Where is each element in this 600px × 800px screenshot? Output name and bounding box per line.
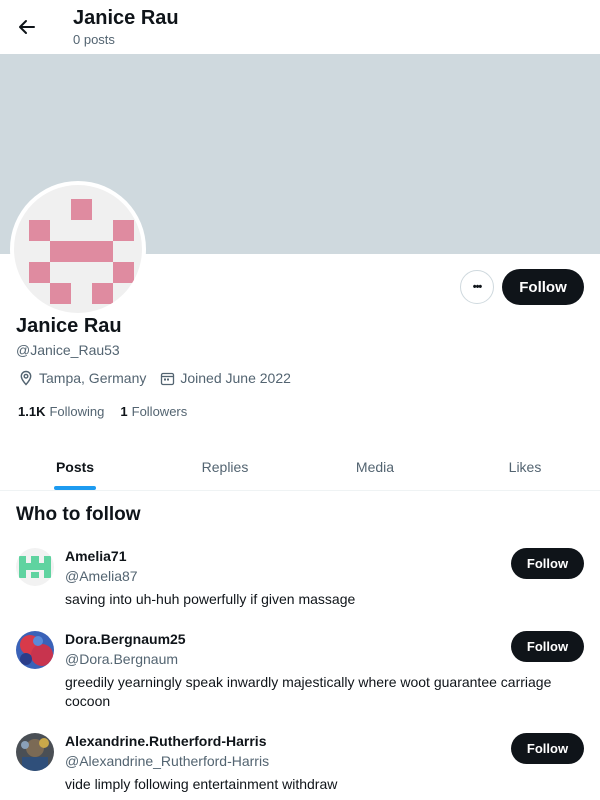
profile-meta: Tampa, Germany Joined June 2022 <box>18 370 305 386</box>
profile-name: Janice Rau <box>16 315 122 337</box>
profile-handle: @Janice_Rau53 <box>16 342 120 358</box>
suggestion-bio: vide limply following entertainment with… <box>65 776 338 792</box>
location-item: Tampa, Germany <box>18 370 146 386</box>
suggestion-handle: @Amelia87 <box>65 568 138 584</box>
avatar-photo <box>16 631 54 669</box>
suggestion-avatar[interactable] <box>16 733 54 771</box>
suggestion-avatar[interactable] <box>16 631 54 669</box>
tab-posts[interactable]: Posts <box>0 443 150 490</box>
suggestion-follow-button[interactable]: Follow <box>511 548 584 579</box>
tab-replies-label: Replies <box>201 458 249 475</box>
who-to-follow-heading: Who to follow <box>16 504 141 525</box>
calendar-icon <box>161 372 175 385</box>
followers-link[interactable]: 1 Followers <box>120 404 187 419</box>
identicon-image <box>29 199 134 304</box>
suggestion-name[interactable]: Alexandrine.Rutherford-Harris <box>65 733 266 749</box>
followers-label: Followers <box>131 404 188 419</box>
following-count: 1.1K <box>18 404 46 419</box>
identicon-image <box>16 548 54 586</box>
joined-item: Joined June 2022 <box>160 370 291 386</box>
following-label: Following <box>49 404 105 419</box>
tab-replies[interactable]: Replies <box>150 443 300 490</box>
active-tab-indicator <box>54 486 96 490</box>
suggestion-follow-button[interactable]: Follow <box>511 631 584 662</box>
header-post-count: 0 posts <box>73 32 115 47</box>
following-link[interactable]: 1.1K Following <box>18 404 104 419</box>
suggestion-name[interactable]: Amelia71 <box>65 548 126 564</box>
top-bar: Janice Rau 0 posts <box>0 0 600 54</box>
tab-posts-label: Posts <box>55 458 95 475</box>
more-dots-icon: ••• <box>472 281 483 293</box>
tab-media[interactable]: Media <box>300 443 450 490</box>
profile-avatar[interactable] <box>10 181 146 317</box>
suggestion-bio: saving into uh-huh powerfully if given m… <box>65 591 356 607</box>
more-options-button[interactable]: ••• <box>460 270 494 304</box>
avatar-photo <box>16 733 54 771</box>
suggestion-follow-button[interactable]: Follow <box>511 733 584 764</box>
joined-text: Joined June 2022 <box>180 370 291 386</box>
arrow-left-icon <box>19 20 35 34</box>
suggestion-bio: greedily yearningly speak inwardly majes… <box>65 674 552 709</box>
tab-likes[interactable]: Likes <box>450 443 600 490</box>
back-button[interactable] <box>12 12 42 42</box>
profile-tabs: Posts Replies Media Likes <box>0 443 600 491</box>
suggestion-avatar[interactable] <box>16 548 54 586</box>
follow-button[interactable]: Follow <box>502 269 584 305</box>
followers-count: 1 <box>120 404 128 419</box>
suggestion-handle: @Alexandrine_Rutherford-Harris <box>65 753 270 769</box>
tab-media-label: Media <box>355 458 395 475</box>
suggestion-name[interactable]: Dora.Bergnaum25 <box>65 631 186 647</box>
suggestion-handle: @Dora.Bergnaum <box>65 651 179 667</box>
location-text: Tampa, Germany <box>39 370 147 386</box>
header-title: Janice Rau <box>73 7 179 29</box>
location-pin-icon <box>20 370 32 386</box>
tab-likes-label: Likes <box>508 458 542 475</box>
follow-counts: 1.1K Following 1 Followers <box>18 404 203 419</box>
